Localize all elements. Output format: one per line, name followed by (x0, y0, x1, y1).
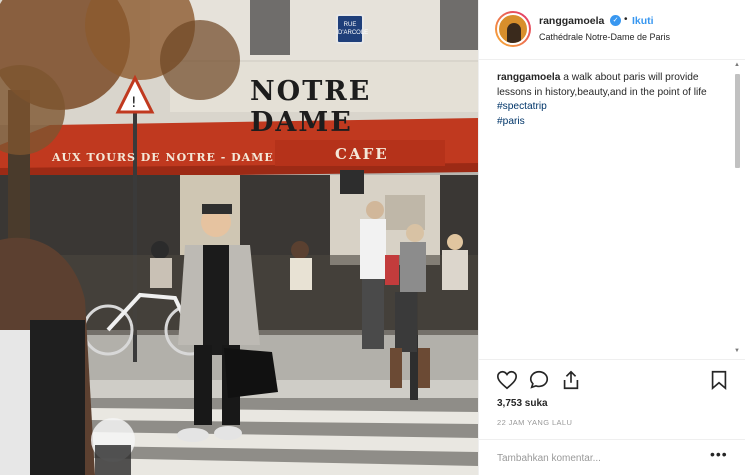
verified-badge-icon: ✓ (610, 15, 621, 26)
username-link[interactable]: ranggamoela (539, 15, 604, 27)
avatar[interactable] (495, 11, 531, 47)
more-options-icon[interactable]: ••• (710, 446, 728, 462)
hashtag-link[interactable]: #paris (497, 115, 729, 130)
post-timestamp[interactable]: 22 JAM YANG LALU (497, 418, 572, 427)
separator-dot: • (624, 14, 628, 25)
share-icon[interactable] (560, 369, 582, 391)
post-header: ranggamoela ✓ • Ikuti Cathédrale Notre-D… (479, 0, 745, 60)
hashtag-link[interactable]: #spectatrip (497, 100, 729, 115)
storefront-sign: NOTRE DAME (250, 76, 372, 138)
comment-bar: ••• (479, 439, 745, 475)
location-link[interactable]: Cathédrale Notre-Dame de Paris (539, 32, 670, 42)
post-actions: 3,753 suka 22 JAM YANG LALU ••• (479, 359, 745, 475)
awning-cafe-lettering: CAFE (335, 145, 389, 163)
scroll-down-arrow-icon[interactable]: ▼ (734, 348, 740, 354)
like-count[interactable]: 3,753 suka (497, 398, 548, 409)
post-caption: ranggamoela a walk about paris will prov… (497, 71, 729, 129)
heart-icon[interactable] (496, 369, 518, 391)
awning-lettering: AUX TOURS DE NOTRE - DAME (52, 151, 274, 164)
caption-username[interactable]: ranggamoela (497, 72, 560, 83)
avatar-image (497, 13, 529, 45)
post-photo[interactable]: ! RUE D'ARCOLE NOTRE DAME AUX TOURS DE N… (0, 0, 478, 475)
bookmark-icon[interactable] (708, 369, 730, 391)
street-sign: RUE D'ARCOLE (336, 14, 368, 44)
comment-input[interactable] (497, 449, 697, 467)
street-scene-illustration: ! (0, 0, 478, 475)
comment-icon[interactable] (528, 369, 550, 391)
svg-text:!: ! (131, 95, 137, 111)
scroll-up-arrow-icon[interactable]: ▲ (734, 62, 740, 68)
post-sidebar: ranggamoela ✓ • Ikuti Cathédrale Notre-D… (478, 0, 745, 475)
follow-button[interactable]: Ikuti (632, 15, 654, 27)
comments-scrollbar[interactable]: ▲ ▼ (733, 60, 742, 360)
scrollbar-thumb[interactable] (735, 74, 740, 168)
